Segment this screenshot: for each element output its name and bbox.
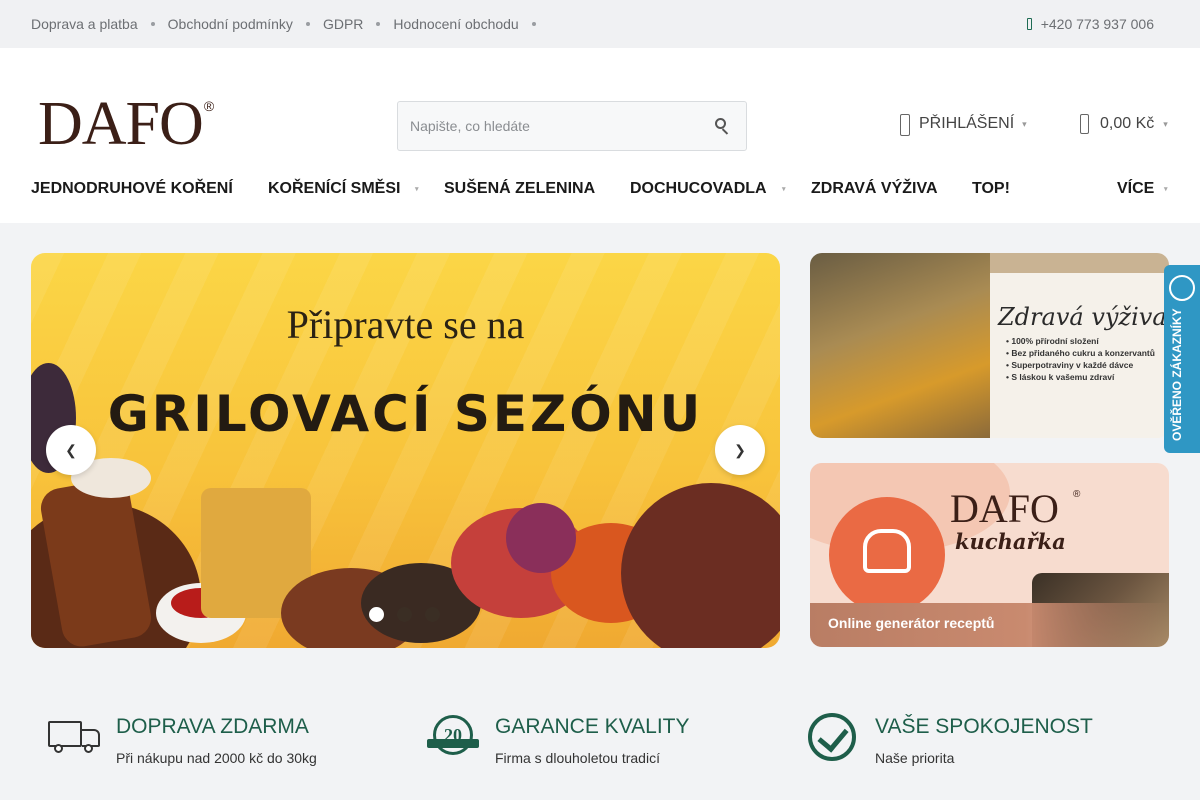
registered-mark: ® <box>1073 489 1081 500</box>
feature-title: DOPRAVA ZDARMA <box>116 715 309 738</box>
banner-title: Zdravá výživa <box>998 303 1167 331</box>
banner-point: • 100% přírodní složení <box>1006 336 1099 346</box>
cart-total: 0,00 Kč <box>1100 115 1155 132</box>
slider-dots <box>369 607 453 622</box>
cookbook-caption: Online generátor receptů <box>828 615 995 631</box>
separator-dot <box>150 22 155 26</box>
search-button[interactable] <box>706 112 736 142</box>
phone-number: +420 773 937 006 <box>1040 16 1154 32</box>
main-nav: JEDNODRUHOVÉ KOŘENÍ KOŘENÍCÍ SMĚSI ▾ SUŠ… <box>31 180 1171 206</box>
cart-button[interactable]: 0,00 Kč ▾ <box>1080 114 1168 134</box>
verified-by-customers-badge[interactable]: OVĚŘENO ZÁKAZNÍKY <box>1164 265 1200 453</box>
cookbook-banner[interactable]: DAFO ® kuchařka Online generátor receptů <box>810 463 1169 647</box>
cart-icon <box>1080 114 1089 134</box>
login-button[interactable]: PŘIHLÁŠENÍ ▾ <box>899 114 1027 136</box>
banner-point: • S láskou k vašemu zdraví <box>1006 372 1115 382</box>
chef-hat-icon <box>863 529 911 573</box>
badge-label: OVĚŘENO ZÁKAZNÍKY <box>1170 308 1184 441</box>
slider-dot[interactable] <box>369 607 384 622</box>
slider-dot[interactable] <box>425 607 440 622</box>
feature-subtitle: Při nákupu nad 2000 kč do 30kg <box>116 750 317 766</box>
chevron-right-icon: ❯ <box>734 441 746 458</box>
chevron-down-icon[interactable]: ▾ <box>782 185 786 193</box>
separator-dot <box>531 22 536 26</box>
feature-subtitle: Naše priorita <box>875 750 955 766</box>
registered-mark: ® <box>203 98 215 114</box>
link-gdpr[interactable]: GDPR <box>323 16 363 32</box>
chevron-down-icon: ▾ <box>1022 118 1027 129</box>
hero-title: GRILOVACÍ SEZÓNU <box>107 385 704 443</box>
header: DAFO ® PŘIHLÁŠENÍ ▾ 0,00 Kč ▾ JEDNODRUHO… <box>0 48 1200 223</box>
login-label: PŘIHLÁŠENÍ <box>919 115 1015 132</box>
separator-dot <box>376 22 381 26</box>
nav-item-healthy-food[interactable]: ZDRAVÁ VÝŽIVA <box>811 180 938 198</box>
search-input[interactable] <box>398 102 698 150</box>
nav-item-seasonings[interactable]: DOCHUCOVADLA <box>630 180 767 198</box>
link-terms[interactable]: Obchodní podmínky <box>168 16 293 32</box>
search-icon <box>715 118 726 129</box>
nav-item-top[interactable]: TOP! <box>972 180 1010 198</box>
link-store-rating[interactable]: Hodnocení obchodu <box>393 16 518 32</box>
banner-photo <box>810 253 990 438</box>
nav-item-more[interactable]: VÍCE <box>1117 180 1154 198</box>
search-box <box>397 101 747 151</box>
hero-slider[interactable]: Připravte se na GRILOVACÍ SEZÓNU ❮ ❯ <box>31 253 780 648</box>
phone-icon <box>1026 18 1032 30</box>
award-20-years-icon: 20 <box>425 713 481 761</box>
nav-item-single-spices[interactable]: JEDNODRUHOVÉ KOŘENÍ <box>31 180 233 198</box>
slider-dot[interactable] <box>397 607 412 622</box>
slider-prev-button[interactable]: ❮ <box>46 425 96 475</box>
logo-text: DAFO <box>38 90 204 158</box>
feature-title: VAŠE SPOKOJENOST <box>875 715 1093 738</box>
feature-subtitle: Firma s dlouholetou tradicí <box>495 750 660 766</box>
hero-subtitle: Připravte se na <box>286 302 525 347</box>
chevron-down-icon: ▾ <box>1163 118 1168 129</box>
checkmark-circle-icon <box>808 713 864 761</box>
slider-next-button[interactable]: ❯ <box>715 425 765 475</box>
chevron-down-icon[interactable]: ▾ <box>1164 185 1168 193</box>
chevron-down-icon[interactable]: ▾ <box>415 185 419 193</box>
cookbook-title: kuchařka <box>955 529 1066 554</box>
logo[interactable]: DAFO ® <box>38 90 215 158</box>
truck-icon <box>46 713 102 761</box>
healthy-food-banner[interactable]: Zdravá výživa • 100% přírodní složení • … <box>810 253 1169 438</box>
separator-dot <box>305 22 310 26</box>
link-shipping-payment[interactable]: Doprava a platba <box>31 16 138 32</box>
top-bar: Doprava a platba Obchodní podmínky GDPR … <box>0 0 1200 48</box>
banner-point: • Bez přidaného cukru a konzervantů <box>1006 348 1155 358</box>
banner-point: • Superpotraviny v každé dávce <box>1006 360 1134 370</box>
chevron-left-icon: ❮ <box>65 441 77 458</box>
nav-item-dried-vegetables[interactable]: SUŠENÁ ZELENINA <box>444 180 595 198</box>
user-icon <box>899 114 910 136</box>
feature-title: GARANCE KVALITY <box>495 715 690 738</box>
award-number: 20 <box>433 715 473 755</box>
phone-contact[interactable]: +420 773 937 006 <box>1026 16 1154 32</box>
cookbook-logo: DAFO <box>950 486 1059 531</box>
top-links: Doprava a platba Obchodní podmínky GDPR … <box>31 16 549 32</box>
seal-icon <box>1169 275 1195 301</box>
nav-item-spice-blends[interactable]: KOŘENÍCÍ SMĚSI <box>268 180 400 198</box>
